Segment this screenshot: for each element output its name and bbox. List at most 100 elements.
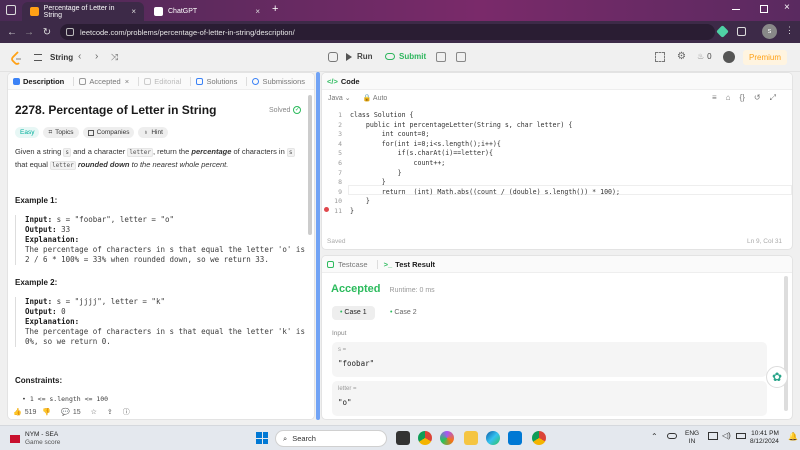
language-select[interactable]: Java ⌄ — [328, 94, 351, 102]
code-line[interactable]: class Solution { — [350, 111, 414, 119]
submit-button[interactable]: Submit — [385, 52, 426, 61]
extension-icon[interactable] — [716, 25, 729, 38]
taskbar-search-box[interactable]: ⌕ Search — [275, 430, 387, 447]
code-line[interactable]: for(int i=0;i<s.length();i++){ — [350, 140, 501, 148]
code-line[interactable]: } — [350, 197, 370, 205]
search-icon: ⌕ — [283, 433, 288, 443]
browser-tab-leetcode[interactable]: Percentage of Letter in String × — [22, 2, 144, 21]
leetcode-logo-icon[interactable] — [11, 51, 23, 65]
problem-list-label[interactable]: String — [50, 53, 73, 62]
maximize-window-icon[interactable] — [760, 5, 768, 13]
tab-testcase[interactable]: Testcase — [327, 260, 368, 269]
site-info-icon[interactable] — [66, 28, 74, 36]
breakpoint-dot[interactable] — [324, 207, 329, 212]
expand-icon[interactable]: ⤢ — [770, 93, 776, 103]
tab-search-icon[interactable] — [6, 5, 16, 15]
close-window-icon[interactable]: × — [784, 2, 790, 13]
photos-icon[interactable] — [440, 431, 454, 445]
assistant-float-button[interactable]: ✿ — [766, 366, 788, 388]
problem-list-icon[interactable] — [34, 54, 42, 61]
thumbs-down-icon: 👎 — [42, 409, 52, 416]
forward-arrow-icon[interactable]: → — [22, 25, 36, 39]
language-indicator[interactable]: ENG IN — [685, 430, 699, 446]
whiteboard-icon[interactable] — [456, 52, 466, 62]
edge-icon[interactable] — [486, 431, 500, 445]
notification-bell-icon[interactable]: 🔔 — [788, 432, 798, 441]
tab-test-result[interactable]: >_ Test Result — [384, 260, 435, 269]
help-icon[interactable]: ⓘ — [123, 407, 130, 417]
minimize-window-icon[interactable] — [732, 9, 740, 10]
tab-code[interactable]: </> Code — [327, 77, 360, 86]
chrome-profile-icon[interactable] — [532, 431, 546, 445]
code-line[interactable]: count++; — [350, 159, 446, 167]
code-line[interactable]: } — [350, 169, 402, 177]
code-line[interactable]: } — [350, 178, 386, 186]
comments-button[interactable]: 💬 15 — [61, 408, 81, 417]
volume-icon[interactable]: ◁) — [722, 431, 731, 440]
browser-menu-icon[interactable]: ⋮ — [785, 25, 794, 36]
task-view-icon[interactable] — [396, 431, 410, 445]
premium-button[interactable]: Premium — [743, 50, 788, 65]
difficulty-badge[interactable]: Easy — [15, 127, 40, 138]
prev-problem-icon[interactable]: ‹ — [78, 51, 81, 62]
case-tab-2[interactable]: • Case 2 — [382, 306, 425, 320]
building-icon — [87, 129, 94, 136]
close-tab-icon[interactable]: × — [125, 77, 129, 86]
like-button[interactable]: 👍 519 — [13, 408, 36, 417]
run-button[interactable]: Run — [346, 52, 373, 61]
autocomplete-toggle[interactable]: 🔒 Auto — [363, 94, 388, 102]
settings-gear-icon[interactable]: ⚙ — [677, 51, 686, 62]
companies-badge[interactable]: Companies — [82, 127, 135, 138]
browser-tab-chatgpt[interactable]: ChatGPT × — [146, 2, 268, 21]
tab-solutions[interactable]: Solutions — [196, 77, 237, 86]
battery-icon[interactable] — [736, 433, 746, 439]
code-line[interactable]: int count=0; — [350, 130, 430, 138]
back-arrow-icon[interactable]: ← — [5, 25, 19, 39]
topics-badge[interactable]: ⌗ Topics — [43, 127, 79, 138]
next-problem-icon[interactable]: › — [95, 51, 98, 62]
close-tab-icon[interactable]: × — [255, 7, 260, 16]
streak-counter[interactable]: ♨ 0 — [697, 52, 712, 61]
notes-icon[interactable] — [436, 52, 446, 62]
url-input[interactable]: leetcode.com/problems/percentage-of-lett… — [60, 24, 715, 40]
tab-accepted[interactable]: Accepted × — [79, 77, 129, 86]
clock[interactable]: 10:41 PM 8/12/2024 — [750, 430, 779, 446]
share-icon[interactable]: ⇪ — [107, 408, 113, 416]
code-line[interactable]: return (int) Math.abs((count / (double) … — [350, 188, 620, 196]
windows-start-icon[interactable] — [256, 432, 268, 444]
panel-resize-handle[interactable] — [316, 72, 320, 420]
code-line[interactable]: } — [350, 207, 354, 215]
shuffle-icon[interactable]: ⤨ — [111, 52, 118, 63]
close-tab-icon[interactable]: × — [131, 7, 136, 16]
tab-editorial[interactable]: Editorial — [144, 77, 181, 86]
scrollbar-thumb[interactable] — [784, 276, 788, 411]
tray-cloud-icon[interactable] — [667, 433, 677, 439]
profile-avatar[interactable]: s — [762, 24, 777, 39]
extensions-puzzle-icon[interactable] — [737, 27, 746, 36]
weather-widget[interactable]: NYM - SEA Game score — [10, 431, 60, 447]
braces-icon[interactable]: {} — [740, 93, 745, 103]
file-explorer-icon[interactable] — [464, 431, 478, 445]
example-title: Example 1: — [15, 196, 58, 205]
scrollbar-thumb[interactable] — [308, 95, 312, 235]
network-icon[interactable] — [708, 432, 718, 440]
tray-chevron-up-icon[interactable]: ⌃ — [651, 432, 658, 441]
reset-icon[interactable]: ↺ — [754, 93, 761, 103]
favorite-star-icon[interactable]: ☆ — [91, 408, 97, 416]
hint-badge[interactable]: ♁ Hint — [138, 127, 168, 138]
user-avatar[interactable] — [723, 51, 735, 63]
bookmark-icon[interactable]: ⌂ — [726, 93, 731, 103]
format-icon[interactable]: ≡ — [712, 93, 717, 103]
layout-grid-icon[interactable] — [655, 52, 665, 62]
reload-icon[interactable]: ↻ — [40, 25, 54, 39]
code-line[interactable]: if(s.charAt(i)==letter){ — [350, 149, 493, 157]
case-tab-1[interactable]: • Case 1 — [332, 306, 375, 320]
code-line[interactable]: public int percentageLetter(String s, ch… — [350, 121, 572, 129]
store-icon[interactable] — [508, 431, 522, 445]
new-tab-button[interactable]: + — [272, 3, 278, 15]
tab-submissions[interactable]: Submissions — [252, 77, 305, 86]
dislike-button[interactable]: 👎 — [42, 408, 51, 416]
chrome-icon[interactable] — [418, 431, 432, 445]
debug-icon[interactable] — [328, 52, 338, 62]
tab-description[interactable]: Description — [13, 77, 64, 86]
